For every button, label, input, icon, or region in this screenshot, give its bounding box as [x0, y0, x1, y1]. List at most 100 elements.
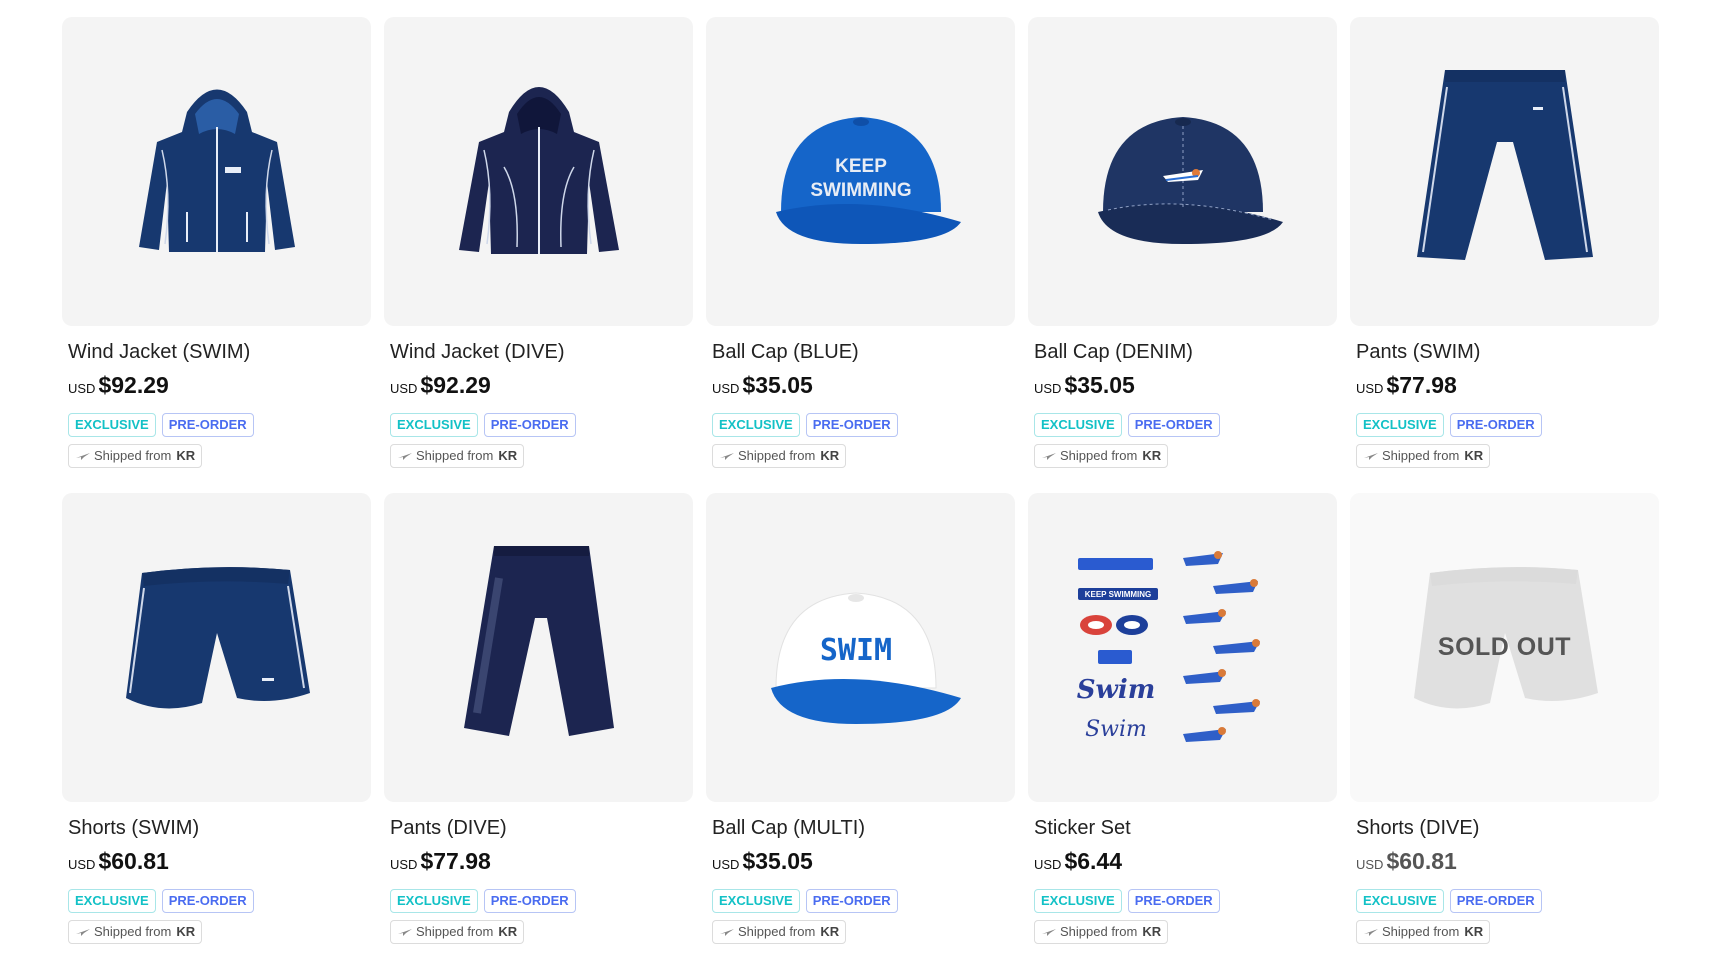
sticker-swim-script: Swim: [1076, 675, 1155, 705]
product-card[interactable]: Ball Cap (DENIM) USD $35.05 EXCLUSIVE PR…: [1028, 17, 1337, 493]
product-image[interactable]: [62, 17, 371, 326]
product-card[interactable]: Wind Jacket (DIVE) USD $92.29 EXCLUSIVE …: [384, 17, 693, 493]
cap-image: KEEP SWIMMING: [775, 116, 961, 244]
badge-group: EXCLUSIVE PRE-ORDER: [68, 889, 371, 913]
currency-label: USD: [1034, 857, 1062, 872]
shipping-label: Shipped from: [416, 924, 494, 939]
currency-label: USD: [1034, 381, 1062, 396]
currency-label: USD: [712, 857, 740, 872]
preorder-badge: PRE-ORDER: [1127, 413, 1220, 437]
product-name[interactable]: Shorts (DIVE): [1356, 816, 1659, 840]
shipping-label: Shipped from: [1060, 924, 1138, 939]
cap-image: SWIM: [770, 591, 961, 724]
product-image[interactable]: [1350, 17, 1659, 326]
product-image[interactable]: SWIM: [706, 493, 1015, 802]
preorder-badge: PRE-ORDER: [483, 889, 576, 913]
airplane-icon: [76, 929, 90, 936]
price-value: $60.81: [98, 848, 169, 874]
currency-label: USD: [390, 857, 418, 872]
shipping-badge: Shipped from KR: [68, 920, 203, 944]
airplane-icon: [398, 453, 412, 460]
currency-label: USD: [1356, 857, 1384, 872]
price-row: USD $92.29: [390, 372, 693, 399]
product-image[interactable]: [1028, 17, 1337, 326]
shipping-label: Shipped from: [738, 924, 816, 939]
shipping-label: Shipped from: [416, 448, 494, 463]
shipping-country: KR: [498, 924, 518, 939]
shipping-badge: Shipped from KR: [712, 444, 847, 468]
product-name[interactable]: Ball Cap (DENIM): [1034, 340, 1337, 364]
product-card[interactable]: KEEP SWIMMING Ball Cap (BLUE) USD $35.05…: [706, 17, 1015, 493]
product-name[interactable]: Ball Cap (MULTI): [712, 816, 1015, 840]
badge-group: EXCLUSIVE PRE-ORDER: [1356, 413, 1659, 437]
shipping-label: Shipped from: [1382, 924, 1460, 939]
shipping-country: KR: [1464, 448, 1484, 463]
product-image[interactable]: [384, 17, 693, 326]
sticker-set-image: KEEP SWIMMING Swim Swim: [1076, 550, 1260, 742]
product-card[interactable]: SWIM Ball Cap (MULTI) USD $35.05 EXCLUSI…: [706, 493, 1015, 969]
product-name[interactable]: Ball Cap (BLUE): [712, 340, 1015, 364]
product-image[interactable]: KEEP SWIMMING Swim Swim: [1028, 493, 1337, 802]
price-value: $77.98: [420, 848, 491, 874]
product-card[interactable]: Pants (SWIM) USD $77.98 EXCLUSIVE PRE-OR…: [1350, 17, 1659, 493]
preorder-badge: PRE-ORDER: [1449, 413, 1542, 437]
badge-group: EXCLUSIVE PRE-ORDER: [1356, 889, 1659, 913]
product-grid: Wind Jacket (SWIM) USD $92.29 EXCLUSIVE …: [62, 17, 1659, 969]
shipping-label: Shipped from: [1060, 448, 1138, 463]
preorder-badge: PRE-ORDER: [161, 413, 254, 437]
product-image[interactable]: SOLD OUT: [1350, 493, 1659, 802]
cap-print-line1: SWIM: [819, 633, 891, 668]
product-name[interactable]: Wind Jacket (SWIM): [68, 340, 371, 364]
jacket-image: [138, 89, 295, 252]
currency-label: USD: [390, 381, 418, 396]
price-value: $92.29: [98, 372, 169, 398]
product-card[interactable]: Pants (DIVE) USD $77.98 EXCLUSIVE PRE-OR…: [384, 493, 693, 969]
price-row: USD $77.98: [390, 848, 693, 875]
product-card[interactable]: Shorts (SWIM) USD $60.81 EXCLUSIVE PRE-O…: [62, 493, 371, 969]
product-name[interactable]: Shorts (SWIM): [68, 816, 371, 840]
cap-image: [1097, 116, 1283, 244]
shipping-label: Shipped from: [1382, 448, 1460, 463]
airplane-icon: [720, 453, 734, 460]
product-card[interactable]: SOLD OUT Shorts (DIVE) USD $60.81 EXCLUS…: [1350, 493, 1659, 969]
price-value: $35.05: [742, 372, 813, 398]
product-name[interactable]: Pants (DIVE): [390, 816, 693, 840]
shipping-country: KR: [1464, 924, 1484, 939]
product-name[interactable]: Pants (SWIM): [1356, 340, 1659, 364]
currency-label: USD: [1356, 381, 1384, 396]
product-image[interactable]: KEEP SWIMMING: [706, 17, 1015, 326]
product-image[interactable]: [384, 493, 693, 802]
shipping-country: KR: [176, 924, 196, 939]
currency-label: USD: [712, 381, 740, 396]
price-row: USD $35.05: [1034, 372, 1337, 399]
exclusive-badge: EXCLUSIVE: [1356, 889, 1444, 913]
product-name[interactable]: Wind Jacket (DIVE): [390, 340, 693, 364]
shorts-image: [125, 566, 310, 708]
price-row: USD $35.05: [712, 848, 1015, 875]
sold-out-overlay: SOLD OUT: [1350, 493, 1659, 802]
product-card[interactable]: Wind Jacket (SWIM) USD $92.29 EXCLUSIVE …: [62, 17, 371, 493]
badge-group: EXCLUSIVE PRE-ORDER: [712, 413, 1015, 437]
airplane-icon: [398, 929, 412, 936]
shipping-label: Shipped from: [94, 448, 172, 463]
badge-group: EXCLUSIVE PRE-ORDER: [712, 889, 1015, 913]
product-name[interactable]: Sticker Set: [1034, 816, 1337, 840]
exclusive-badge: EXCLUSIVE: [712, 413, 800, 437]
airplane-icon: [76, 453, 90, 460]
price-value: $77.98: [1386, 372, 1457, 398]
shipping-badge: Shipped from KR: [1356, 920, 1491, 944]
preorder-badge: PRE-ORDER: [805, 889, 898, 913]
product-image[interactable]: [62, 493, 371, 802]
preorder-badge: PRE-ORDER: [161, 889, 254, 913]
shipping-country: KR: [820, 448, 840, 463]
airplane-icon: [1042, 929, 1056, 936]
price-value: $35.05: [742, 848, 813, 874]
product-card[interactable]: KEEP SWIMMING Swim Swim Sticker Set USD …: [1028, 493, 1337, 969]
pants-image: [1416, 69, 1593, 260]
cap-print-line1: KEEP: [835, 156, 887, 177]
exclusive-badge: EXCLUSIVE: [712, 889, 800, 913]
badge-group: EXCLUSIVE PRE-ORDER: [390, 413, 693, 437]
svg-text:Swim: Swim: [1085, 717, 1147, 742]
exclusive-badge: EXCLUSIVE: [1034, 889, 1122, 913]
currency-label: USD: [68, 857, 96, 872]
